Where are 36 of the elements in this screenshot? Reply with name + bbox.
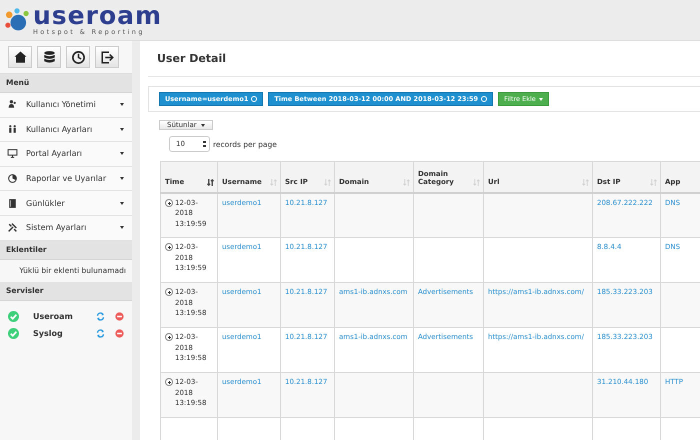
database-button[interactable] (37, 46, 61, 68)
people-icon (7, 124, 18, 135)
caret-icon (120, 103, 124, 106)
caret-icon (120, 226, 124, 230)
expand-icon[interactable] (165, 198, 173, 206)
menu-item[interactable]: Kullanıcı Ayarları (0, 118, 132, 142)
stop-icon[interactable] (115, 328, 124, 338)
pie-chart-icon (7, 173, 18, 184)
sort-icon[interactable] (207, 178, 214, 186)
home-icon (12, 50, 28, 64)
expand-icon[interactable] (165, 378, 173, 386)
caret-icon (120, 152, 124, 156)
stop-icon[interactable] (115, 312, 124, 321)
service-name: Syslog (33, 328, 64, 338)
page-title: User Detail (148, 41, 700, 77)
caret-icon (120, 177, 124, 180)
history-button[interactable] (66, 46, 90, 68)
caret-icon (120, 202, 124, 205)
logout-button[interactable] (95, 46, 119, 68)
refresh-icon[interactable] (96, 328, 105, 338)
expand-icon[interactable] (165, 243, 173, 251)
tools-icon (7, 222, 18, 234)
monitor-icon (7, 148, 18, 160)
service-name: Useroam (33, 312, 74, 321)
refresh-icon[interactable] (96, 312, 105, 321)
logo-wordmark: useroam (33, 4, 162, 28)
home-button[interactable] (8, 46, 32, 68)
database-icon (42, 50, 56, 64)
caret-icon (120, 128, 124, 131)
clock-icon (70, 50, 86, 64)
users-icon (7, 99, 18, 110)
expand-icon[interactable] (165, 333, 173, 341)
expand-icon[interactable] (165, 288, 173, 296)
book-icon (7, 198, 18, 209)
logout-icon (100, 50, 114, 64)
logo-icon (4, 7, 30, 33)
